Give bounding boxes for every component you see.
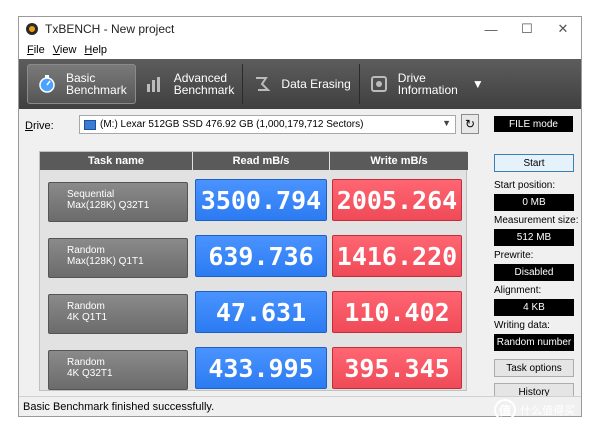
write-value: 395.345 bbox=[332, 347, 462, 389]
menu-bar: File View Help bbox=[19, 41, 581, 59]
alignment-label: Alignment: bbox=[494, 285, 542, 296]
drive-info-icon bbox=[368, 73, 390, 95]
benchmark-row: Random 4K Q32T1 433.995 395.345 bbox=[40, 342, 468, 394]
tab-drive-information[interactable]: Drive Information bbox=[360, 64, 466, 104]
toolbar-more-icon[interactable]: ▼ bbox=[472, 77, 484, 91]
file-mode-button[interactable]: FILE mode bbox=[494, 116, 573, 132]
benchmark-row: Sequential Max(128K) Q32T1 3500.794 2005.… bbox=[40, 174, 468, 226]
alignment-field[interactable]: 4 KB bbox=[494, 299, 574, 316]
menu-help[interactable]: Help bbox=[80, 44, 111, 56]
tab-basic-benchmark[interactable]: Basic Benchmark bbox=[27, 64, 136, 104]
side-panel: Start bbox=[494, 154, 574, 172]
tab-label: Data Erasing bbox=[281, 77, 351, 91]
refresh-button[interactable]: ↻ bbox=[461, 114, 479, 134]
measurement-size-label: Measurement size: bbox=[494, 215, 579, 226]
window-title: TxBENCH - New project bbox=[45, 22, 175, 36]
writing-data-label: Writing data: bbox=[494, 320, 550, 331]
start-button[interactable]: Start bbox=[494, 154, 574, 172]
app-window: TxBENCH - New project — ☐ ✕ File View He… bbox=[18, 16, 582, 417]
write-value: 1416.220 bbox=[332, 235, 462, 277]
chevron-down-icon[interactable]: ▼ bbox=[442, 118, 451, 128]
status-text: Basic Benchmark finished successfully. bbox=[23, 400, 215, 413]
read-value: 639.736 bbox=[195, 235, 327, 277]
benchmark-row: Random Max(128K) Q1T1 639.736 1416.220 bbox=[40, 230, 468, 282]
tab-data-erasing[interactable]: Data Erasing bbox=[243, 64, 360, 104]
refresh-icon: ↻ bbox=[464, 117, 476, 131]
drive-select[interactable]: (M:) Lexar 512GB SSD 476.92 GB (1,000,17… bbox=[79, 115, 456, 134]
watermark-logo: 值 bbox=[494, 399, 516, 421]
maximize-icon[interactable]: ☐ bbox=[509, 17, 545, 41]
write-value: 2005.264 bbox=[332, 179, 462, 221]
header-write: Write mB/s bbox=[330, 152, 468, 170]
eraser-icon bbox=[251, 73, 273, 95]
watermark: 值 什么值得买 bbox=[494, 397, 584, 423]
tab-label: Drive Information bbox=[397, 71, 458, 97]
txbench-app-icon bbox=[25, 22, 39, 36]
title-bar: TxBENCH - New project — ☐ ✕ bbox=[19, 17, 581, 41]
write-value: 110.402 bbox=[332, 291, 462, 333]
prewrite-label: Prewrite: bbox=[494, 250, 534, 261]
measurement-size-field[interactable]: 512 MB bbox=[494, 229, 574, 246]
start-position-field[interactable]: 0 MB bbox=[494, 194, 574, 211]
bar-chart-icon bbox=[144, 73, 166, 95]
watermark-text: 什么值得买 bbox=[520, 405, 575, 417]
stopwatch-icon bbox=[36, 73, 58, 95]
writing-data-field[interactable]: Random number bbox=[494, 334, 574, 351]
read-value: 433.995 bbox=[195, 347, 327, 389]
read-value: 3500.794 bbox=[195, 179, 327, 221]
tab-label: Basic Benchmark bbox=[66, 71, 127, 97]
task-button[interactable]: Sequential Max(128K) Q32T1 bbox=[48, 182, 188, 222]
benchmark-grid: Task name Read mB/s Write mB/s Sequentia… bbox=[39, 151, 468, 394]
main-toolbar: Basic Benchmark Advanced Benchmark Data … bbox=[19, 59, 581, 109]
task-button[interactable]: Random Max(128K) Q1T1 bbox=[48, 238, 188, 278]
close-icon[interactable]: ✕ bbox=[545, 17, 581, 41]
read-value: 47.631 bbox=[195, 291, 327, 333]
task-button[interactable]: Random 4K Q1T1 bbox=[48, 294, 188, 334]
minimize-icon[interactable]: — bbox=[473, 17, 509, 41]
drive-value: (M:) Lexar 512GB SSD 476.92 GB (1,000,17… bbox=[100, 119, 364, 130]
tab-advanced-benchmark[interactable]: Advanced Benchmark bbox=[136, 64, 244, 104]
main-content: Drive: (M:) Lexar 512GB SSD 476.92 GB (1… bbox=[19, 109, 581, 412]
task-options-button[interactable]: Task options bbox=[494, 359, 574, 377]
task-button[interactable]: Random 4K Q32T1 bbox=[48, 350, 188, 390]
tab-label: Advanced Benchmark bbox=[173, 71, 235, 97]
menu-view[interactable]: View bbox=[49, 44, 81, 56]
drive-icon bbox=[84, 119, 96, 130]
prewrite-field[interactable]: Disabled bbox=[494, 264, 574, 281]
drive-label: Drive: bbox=[25, 120, 54, 132]
benchmark-row: Random 4K Q1T1 47.631 110.402 bbox=[40, 286, 468, 338]
start-position-label: Start position: bbox=[494, 180, 556, 191]
menu-file[interactable]: File bbox=[23, 44, 49, 56]
header-read: Read mB/s bbox=[193, 152, 330, 170]
header-task-name: Task name bbox=[40, 152, 193, 170]
